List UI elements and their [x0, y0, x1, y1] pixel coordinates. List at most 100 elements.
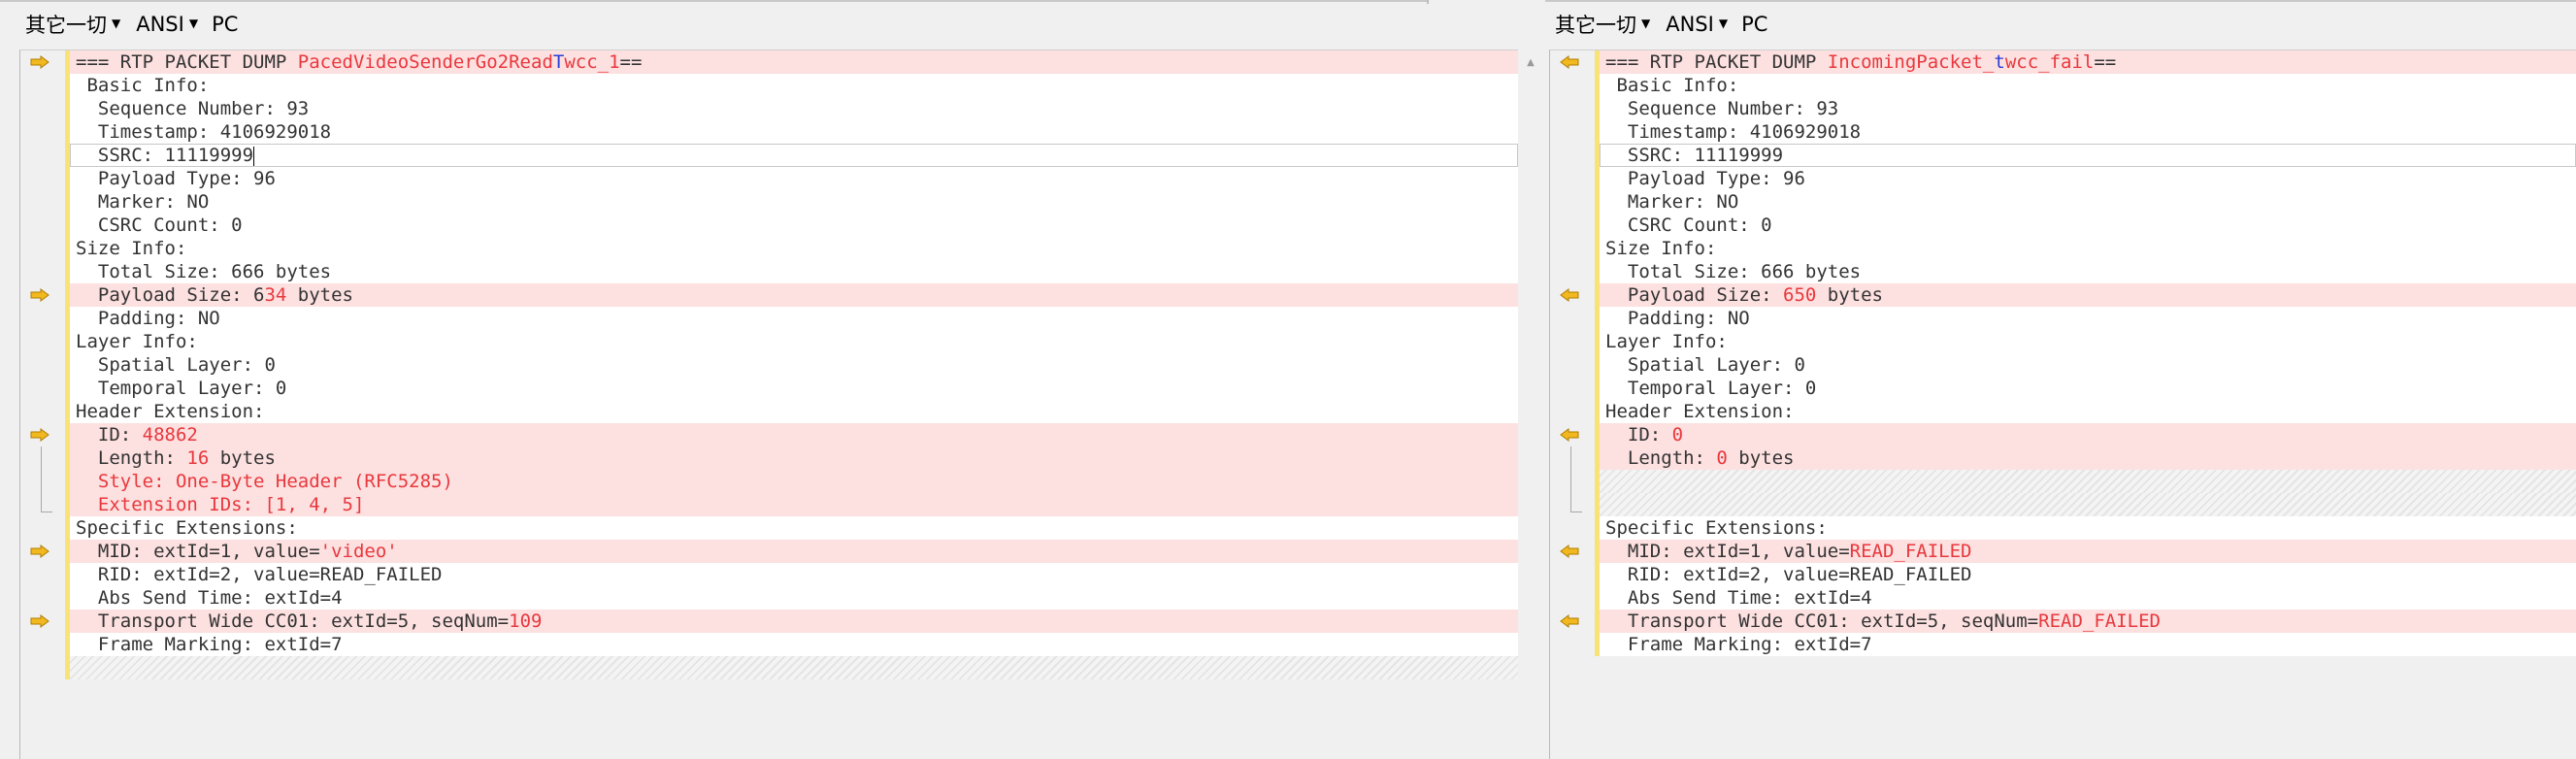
arrow-left-icon[interactable]: [1560, 614, 1579, 628]
arrow-right-icon[interactable]: [30, 55, 50, 69]
arrow-right-icon[interactable]: [30, 544, 50, 558]
diff-line[interactable]: Temporal Layer: 0: [70, 377, 1518, 400]
diff-line[interactable]: Payload Size: 634 bytes: [70, 283, 1518, 307]
line-text: Style: One-Byte Header (RFC5285): [70, 471, 453, 492]
diff-line[interactable]: === RTP PACKET DUMP PacedVideoSenderGo2R…: [70, 50, 1518, 74]
diff-line[interactable]: Basic Info:: [1600, 74, 2576, 97]
diff-line[interactable]: RID: extId=2, value=READ_FAILED: [70, 563, 1518, 586]
diff-line[interactable]: Spatial Layer: 0: [70, 353, 1518, 377]
diff-line[interactable]: Timestamp: 4106929018: [1600, 120, 2576, 144]
text-segment: SSRC: 11119999: [1605, 145, 1784, 166]
diff-marker[interactable]: [20, 423, 59, 446]
diff-line[interactable]: Size Info:: [70, 237, 1518, 260]
diff-line[interactable]: Spatial Layer: 0: [1600, 353, 2576, 377]
diff-line[interactable]: Header Extension:: [70, 400, 1518, 423]
line-text: Specific Extensions:: [1600, 517, 1828, 539]
diff-marker[interactable]: [1550, 283, 1589, 307]
diff-line[interactable]: Abs Send Time: extId=4: [1600, 586, 2576, 610]
diff-marker[interactable]: [1550, 50, 1589, 74]
diff-line[interactable]: Payload Size: 650 bytes: [1600, 283, 2576, 307]
diff-line[interactable]: Specific Extensions:: [1600, 516, 2576, 540]
diff-line[interactable]: Length: 16 bytes: [70, 446, 1518, 470]
left-encoding-dropdown[interactable]: 其它一切 ▼: [19, 10, 126, 39]
diff-line[interactable]: Frame Marking: extId=7: [1600, 633, 2576, 656]
diff-line[interactable]: Payload Type: 96: [70, 167, 1518, 190]
text-segment: Padding: NO: [76, 308, 220, 329]
diff-marker[interactable]: [1550, 540, 1589, 563]
line-text: Length: 0 bytes: [1600, 447, 1795, 469]
right-line-ending[interactable]: PC: [1737, 13, 1771, 36]
diff-line[interactable]: Sequence Number: 93: [1600, 97, 2576, 120]
arrow-right-icon[interactable]: [30, 428, 50, 442]
left-diff-pane[interactable]: === RTP PACKET DUMP PacedVideoSenderGo2R…: [19, 50, 1518, 759]
arrow-right-icon[interactable]: [30, 288, 50, 302]
diff-line[interactable]: Layer Info:: [70, 330, 1518, 353]
diff-line[interactable]: Temporal Layer: 0: [1600, 377, 2576, 400]
left-gutter[interactable]: [20, 50, 59, 759]
diff-marker[interactable]: [20, 610, 59, 633]
diff-line[interactable]: CSRC Count: 0: [70, 214, 1518, 237]
right-gutter[interactable]: [1550, 50, 1589, 759]
diff-line[interactable]: SSRC: 11119999: [1600, 144, 2576, 167]
arrow-left-icon[interactable]: [1560, 55, 1579, 69]
diff-line[interactable]: MID: extId=1, value='video': [70, 540, 1518, 563]
diff-line[interactable]: Payload Type: 96: [1600, 167, 2576, 190]
diff-marker[interactable]: [20, 50, 59, 74]
diff-line[interactable]: Frame Marking: extId=7: [70, 633, 1518, 656]
right-diff-pane[interactable]: === RTP PACKET DUMP IncomingPacket_twcc_…: [1549, 50, 2576, 759]
right-charset-dropdown[interactable]: ANSI ▼: [1660, 13, 1734, 36]
diff-line[interactable]: ID: 48862: [70, 423, 1518, 446]
diff-line[interactable]: Layer Info:: [1600, 330, 2576, 353]
diff-line[interactable]: Timestamp: 4106929018: [70, 120, 1518, 144]
text-segment: bytes: [1816, 284, 1883, 306]
diff-line[interactable]: Style: One-Byte Header (RFC5285): [70, 470, 1518, 493]
diff-line[interactable]: SSRC: 11119999: [70, 144, 1518, 167]
diff-line[interactable]: Length: 0 bytes: [1600, 446, 2576, 470]
diff-marker[interactable]: [1550, 423, 1589, 446]
diff-line[interactable]: CSRC Count: 0: [1600, 214, 2576, 237]
left-charset-dropdown[interactable]: ANSI ▼: [130, 13, 204, 36]
diff-line[interactable]: Basic Info:: [70, 74, 1518, 97]
diff-marker[interactable]: [20, 283, 59, 307]
line-text: Frame Marking: extId=7: [1600, 634, 1872, 655]
right-encoding-dropdown[interactable]: 其它一切 ▼: [1549, 10, 1656, 39]
top-divider: [0, 0, 1427, 2]
diff-line[interactable]: Header Extension:: [1600, 400, 2576, 423]
diff-line[interactable]: Transport Wide CC01: extId=5, seqNum=REA…: [1600, 610, 2576, 633]
diff-gap-placeholder[interactable]: [1600, 493, 2576, 516]
diff-line[interactable]: === RTP PACKET DUMP IncomingPacket_twcc_…: [1600, 50, 2576, 74]
diff-marker[interactable]: [1550, 610, 1589, 633]
right-text-area[interactable]: === RTP PACKET DUMP IncomingPacket_twcc_…: [1600, 50, 2576, 759]
diff-line[interactable]: Size Info:: [1600, 237, 2576, 260]
diff-line[interactable]: RID: extId=2, value=READ_FAILED: [1600, 563, 2576, 586]
line-text: [70, 657, 76, 678]
left-line-ending[interactable]: PC: [208, 13, 242, 36]
diff-line[interactable]: Sequence Number: 93: [70, 97, 1518, 120]
arrow-left-icon[interactable]: [1560, 428, 1579, 442]
diff-line[interactable]: Total Size: 666 bytes: [1600, 260, 2576, 283]
text-segment: Header Extension:: [1605, 401, 1795, 422]
chevron-down-icon: ▼: [112, 16, 121, 30]
diff-line[interactable]: ID: 0: [1600, 423, 2576, 446]
diff-line[interactable]: Abs Send Time: extId=4: [70, 586, 1518, 610]
diff-gap-placeholder[interactable]: [70, 656, 1518, 679]
scroll-up-icon[interactable]: ▲: [1524, 58, 1537, 68]
diff-line[interactable]: Padding: NO: [70, 307, 1518, 330]
diff-line[interactable]: Specific Extensions:: [70, 516, 1518, 540]
diff-line[interactable]: Total Size: 666 bytes: [70, 260, 1518, 283]
text-segment: Temporal Layer: 0: [1605, 378, 1817, 399]
diff-gap-placeholder[interactable]: [1600, 470, 2576, 493]
diff-line[interactable]: Marker: NO: [70, 190, 1518, 214]
diff-line[interactable]: Padding: NO: [1600, 307, 2576, 330]
diff-line[interactable]: MID: extId=1, value=READ_FAILED: [1600, 540, 2576, 563]
arrow-right-icon[interactable]: [30, 614, 50, 628]
arrow-left-icon[interactable]: [1560, 544, 1579, 558]
pane-splitter[interactable]: [1427, 0, 1429, 4]
text-segment: Layer Info:: [1605, 331, 1728, 352]
diff-line[interactable]: Transport Wide CC01: extId=5, seqNum=109: [70, 610, 1518, 633]
diff-line[interactable]: Extension IDs: [1, 4, 5]: [70, 493, 1518, 516]
diff-marker[interactable]: [20, 540, 59, 563]
arrow-left-icon[interactable]: [1560, 288, 1579, 302]
left-text-area[interactable]: === RTP PACKET DUMP PacedVideoSenderGo2R…: [70, 50, 1518, 759]
diff-line[interactable]: Marker: NO: [1600, 190, 2576, 214]
